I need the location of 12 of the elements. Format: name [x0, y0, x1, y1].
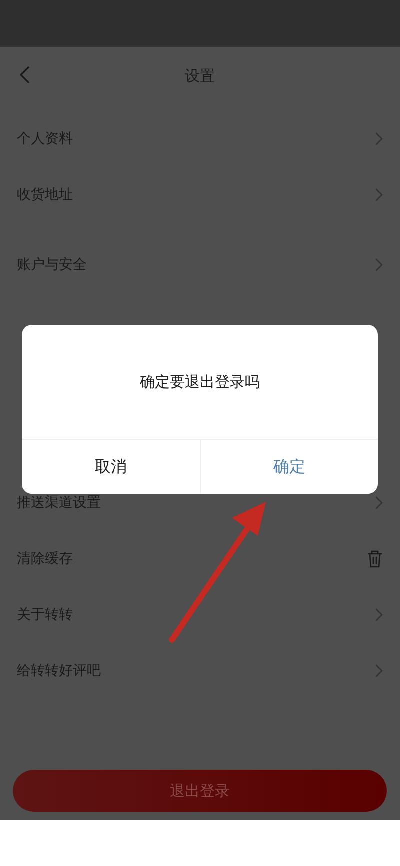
chevron-right-icon: [375, 496, 383, 510]
logout-button[interactable]: 退出登录: [13, 770, 387, 812]
chevron-right-icon: [375, 188, 383, 202]
trash-icon[interactable]: [367, 550, 383, 568]
chevron-right-icon: [375, 258, 383, 272]
dialog-message: 确定要退出登录吗: [139, 372, 261, 392]
dialog-button[interactable]: 取消: [22, 440, 200, 494]
chevron-right-icon: [375, 664, 383, 678]
chevron-right-icon: [375, 132, 383, 146]
dialog-button[interactable]: 确定: [200, 440, 378, 494]
back-icon[interactable]: [19, 66, 31, 84]
chevron-right-icon: [375, 608, 383, 622]
